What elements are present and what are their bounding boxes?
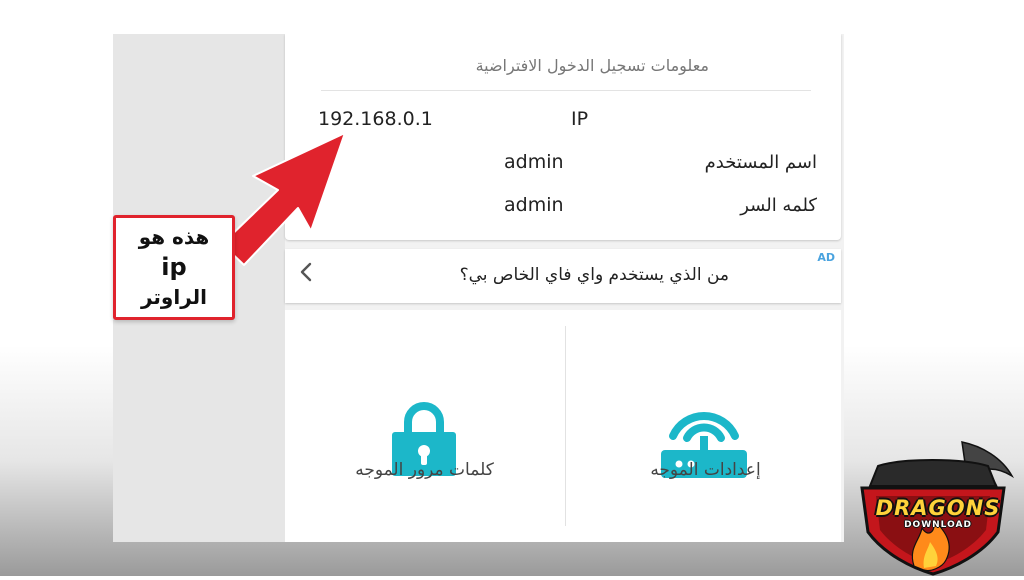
logo-subtitle: DOWNLOAD	[904, 520, 972, 530]
dragons-download-logo: DRAGONS DOWNLOAD	[842, 436, 1024, 576]
callout-line-2: ip	[161, 253, 187, 281]
callout-line-3: الراوتر	[140, 285, 208, 309]
logo-title: DRAGONS	[875, 496, 1001, 520]
callout-line-1: هذه هو	[138, 225, 210, 249]
annotation-callout: هذه هو ip الراوتر	[113, 215, 235, 320]
